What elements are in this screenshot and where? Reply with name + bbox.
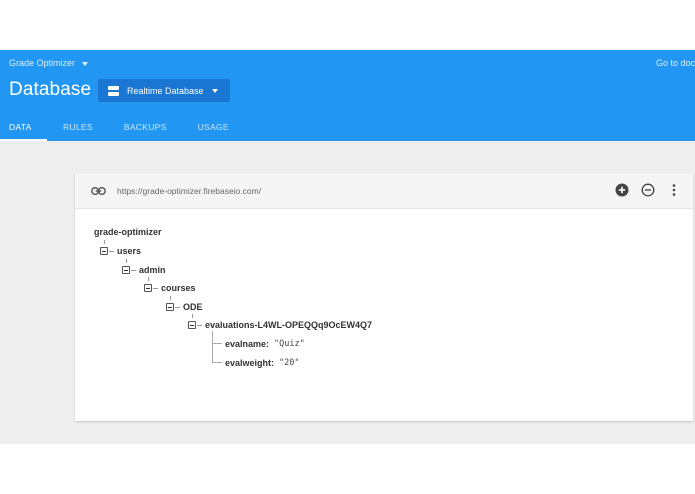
- database-url[interactable]: https://grade-optimizer.firebaseio.com/: [117, 185, 261, 197]
- go-to-docs-link[interactable]: Go to doc: [656, 55, 695, 71]
- collapse-icon[interactable]: [122, 266, 130, 274]
- more-vert-icon[interactable]: [669, 183, 679, 197]
- page-title: Database: [9, 79, 92, 100]
- leaf-key: evalweight:: [225, 358, 275, 368]
- tree-node-label: users: [117, 246, 142, 256]
- tree-dash: [131, 269, 136, 271]
- tree-node-courses[interactable]: courses: [144, 281, 196, 295]
- tree-dash: [153, 287, 158, 289]
- tree-node-admin[interactable]: admin: [122, 263, 166, 277]
- tree-root[interactable]: grade-optimizer: [94, 227, 162, 237]
- tree-node-label: ODE: [183, 302, 203, 312]
- link-icon: [91, 187, 106, 195]
- tree-node-ode[interactable]: ODE: [166, 300, 203, 314]
- project-selector[interactable]: Grade Optimizer: [9, 55, 89, 71]
- database-icon: [108, 85, 119, 96]
- data-tree: grade-optimizer users admin courses ODE …: [75, 209, 693, 421]
- tab-usage[interactable]: USAGE: [198, 120, 229, 141]
- collapse-icon[interactable]: [144, 284, 152, 292]
- tree-node-label: admin: [139, 265, 166, 275]
- tree-dash: [175, 306, 180, 308]
- database-type-dropdown[interactable]: Realtime Database: [98, 79, 230, 102]
- top-app-bar: Grade Optimizer Go to doc Database Realt…: [0, 50, 695, 141]
- collapse-icon[interactable]: [166, 303, 174, 311]
- tree-connector: [212, 344, 222, 363]
- tab-rules[interactable]: RULES: [63, 120, 93, 141]
- card-header: https://grade-optimizer.firebaseio.com/: [75, 173, 693, 209]
- tree-node-label: courses: [161, 283, 196, 293]
- tree-connector: [212, 331, 222, 344]
- project-name: Grade Optimizer: [9, 58, 76, 68]
- page: Grade Optimizer Go to doc Database Realt…: [0, 0, 695, 494]
- chevron-down-icon: [82, 61, 89, 66]
- tree-node-label: evaluations-L4WL-OPEQQq9OcEW4Q7: [205, 320, 373, 330]
- tree-node-evaluations[interactable]: evaluations-L4WL-OPEQQq9OcEW4Q7: [188, 318, 372, 332]
- database-type-label: Realtime Database: [127, 85, 204, 96]
- tree-dash: [109, 250, 114, 252]
- leaf-value[interactable]: "Quiz": [274, 339, 305, 349]
- collapse-icon[interactable]: [100, 247, 108, 255]
- tree-leaf-evalname[interactable]: evalname: "Quiz": [225, 337, 305, 351]
- add-circle-icon[interactable]: [615, 183, 629, 197]
- leaf-key: evalname:: [225, 339, 270, 349]
- collapse-icon[interactable]: [188, 321, 196, 329]
- tree-node-users[interactable]: users: [100, 244, 141, 258]
- leaf-value[interactable]: "20": [279, 358, 299, 368]
- chevron-down-icon: [211, 89, 218, 93]
- remove-circle-icon[interactable]: [641, 183, 655, 197]
- tab-data[interactable]: DATA: [0, 120, 47, 141]
- content-area: https://grade-optimizer.firebaseio.com/: [0, 141, 695, 444]
- tree-dash: [197, 324, 202, 326]
- tab-backups[interactable]: BACKUPS: [124, 120, 167, 141]
- tab-bar: DATA RULES BACKUPS USAGE: [0, 120, 229, 141]
- data-card: https://grade-optimizer.firebaseio.com/: [75, 173, 693, 421]
- tree-leaf-evalweight[interactable]: evalweight: "20": [225, 356, 300, 370]
